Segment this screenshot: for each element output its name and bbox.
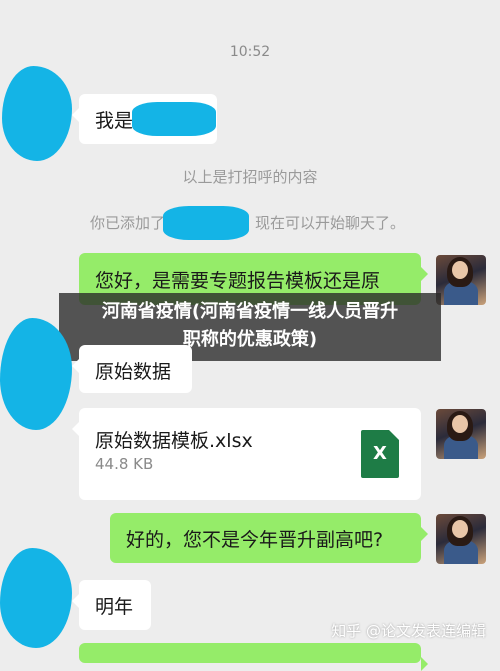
added-suffix: 现在可以开始聊天了。 (255, 214, 406, 232)
message-text: 您好，是需要专题报告模板还是原 (95, 270, 381, 292)
message-text: 好的，您不是今年晋升副高吧? (126, 529, 384, 551)
user-avatar[interactable] (436, 255, 486, 305)
file-size: 44.8 KB (95, 455, 154, 473)
added-prefix: 你已添加了 (90, 214, 166, 232)
zhihu-watermark: 知乎 @论文发表连编辑 (331, 622, 486, 640)
user-avatar[interactable] (436, 514, 486, 564)
banner-line-1: 河南省疫情(河南省疫情一线人员晋升 (101, 301, 399, 322)
system-added-notice: 你已添加了 现在可以开始聊天了。 (90, 212, 490, 233)
redacted-avatar (0, 548, 72, 648)
file-name: 原始数据模板.xlsx (95, 430, 253, 452)
message-bubble-sent[interactable]: 好的，您不是今年晋升副高吧? (110, 513, 428, 563)
user-avatar[interactable] (436, 409, 486, 459)
system-hint: 以上是打招呼的内容 (182, 168, 318, 186)
message-text: 明年 (95, 596, 134, 618)
file-message-card[interactable]: 原始数据模板.xlsx 44.8 KB X (72, 408, 421, 500)
message-bubble-received[interactable]: 明年 (72, 580, 151, 630)
message-text: 原始数据 (95, 361, 172, 383)
redacted-contact-name (163, 206, 249, 240)
message-bubble-received[interactable]: 原始数据 (72, 345, 192, 393)
excel-file-icon: X (361, 430, 399, 478)
message-text: 我是 (95, 110, 134, 132)
redacted-name (132, 102, 216, 136)
redacted-avatar (0, 318, 72, 430)
message-bubble-sent-partial[interactable] (79, 643, 428, 671)
status-time: 10:52 (229, 44, 271, 60)
redacted-avatar (2, 66, 72, 161)
message-bubble-received[interactable]: 我是 (72, 94, 217, 144)
